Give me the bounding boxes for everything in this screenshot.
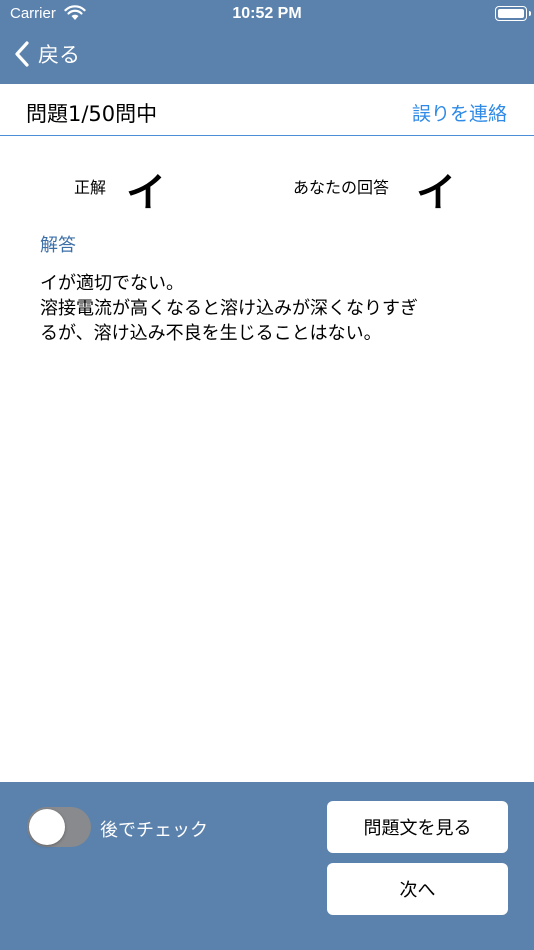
your-answer-label: あなたの回答 xyxy=(293,178,390,197)
status-bar: Carrier 10:52 PM xyxy=(0,0,534,28)
answer-comparison: 正解 イ あなたの回答 イ xyxy=(0,160,534,216)
question-count: 問題1/50問中 xyxy=(26,102,158,126)
clock: 10:52 PM xyxy=(232,5,302,22)
correct-answer-value: イ xyxy=(126,170,166,216)
your-answer-value: イ xyxy=(416,170,456,216)
back-label: 戻る xyxy=(38,43,80,67)
explanation-line: 溶接電流が高くなると溶け込みが深くなりすぎ xyxy=(40,298,418,319)
question-header: 問題1/50問中 誤りを連絡 xyxy=(0,84,534,136)
check-later-toggle[interactable] xyxy=(27,807,91,847)
correct-answer-label: 正解 xyxy=(74,178,107,197)
back-button[interactable]: 戻る xyxy=(14,38,80,70)
view-question-button[interactable]: 問題文を見る xyxy=(327,801,508,853)
next-button[interactable]: 次へ xyxy=(327,863,508,915)
explanation-text: イが適切でない。 溶接電流が高くなると溶け込みが深くなりすぎ るが、溶け込み不良… xyxy=(40,271,510,346)
explanation-line: るが、溶け込み不良を生じることはない。 xyxy=(40,323,382,344)
chevron-left-icon xyxy=(15,41,29,67)
check-later-label: 後でチェック xyxy=(100,820,208,841)
toggle-knob xyxy=(29,809,65,845)
explanation-title: 解答 xyxy=(40,235,76,256)
battery-icon xyxy=(495,6,531,21)
report-error-link[interactable]: 誤りを連絡 xyxy=(412,99,507,126)
explanation-line: イが適切でない。 xyxy=(40,273,184,294)
